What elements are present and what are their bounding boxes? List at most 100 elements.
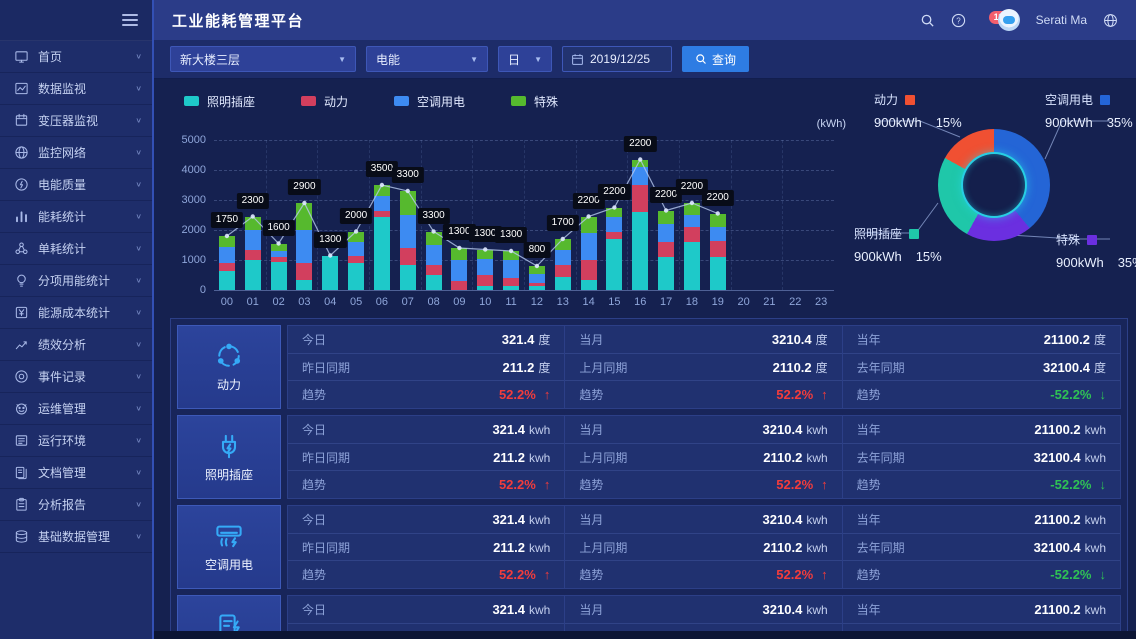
data-point-label: 2200 xyxy=(598,183,631,200)
metric-line: 上月同期 2110.2kwh xyxy=(565,534,842,562)
building-select[interactable]: 新大楼三层 ▼ xyxy=(170,46,356,72)
query-button[interactable]: 查询 xyxy=(682,46,750,72)
sidebar-item-env[interactable]: 运行环境 ∨ xyxy=(0,425,152,457)
sidebar-item-yen[interactable]: 能源成本统计 ∨ xyxy=(0,297,152,329)
metric-line: 当月 3210.4 kwh xyxy=(565,416,842,444)
donut-ring[interactable] xyxy=(938,129,1050,241)
unit-label: 度 xyxy=(538,360,551,375)
sidebar-item-perf[interactable]: 绩效分析 ∨ xyxy=(0,329,152,361)
y-axis-tick: 3000 xyxy=(181,194,206,206)
unit-label: kwh xyxy=(1084,422,1106,437)
chevron-down-icon: ∨ xyxy=(135,340,142,349)
period-select[interactable]: 日 ▼ xyxy=(498,46,552,72)
donut-label-lighting: 照明插座 900kWh 15% xyxy=(854,227,942,264)
metric-line: 当年 21100.2 度 xyxy=(842,326,1120,354)
sidebar-item-share[interactable]: 单耗统计 ∨ xyxy=(0,233,152,265)
sidebar-item-label: 数据监视 xyxy=(38,82,87,96)
sidebar-item-record[interactable]: 事件记录 ∨ xyxy=(0,361,152,393)
metrics-grid: 今日 321.4kwh 昨日同期 211.2kwh 趋势 52.2%↑ 当月 3… xyxy=(287,505,1121,589)
lighting-swatch xyxy=(909,228,920,239)
chevron-down-icon: ∨ xyxy=(135,436,142,445)
sidebar-item-docs[interactable]: 文档管理 ∨ xyxy=(0,457,152,489)
table-row: 空调用电 今日 321.4 kwh 昨日同期 211.2 kwh 趋势 52.2% ↑… xyxy=(177,505,1121,589)
sidebar-item-transformer[interactable]: 变压器监视 ∨ xyxy=(0,105,152,137)
donut-label-special: 特殊 900kWh35% xyxy=(1056,233,1136,270)
chevron-down-icon: ∨ xyxy=(135,84,142,93)
category-panel[interactable]: 动力 xyxy=(177,325,281,409)
search-icon[interactable] xyxy=(920,13,935,28)
sidebar-item-bars[interactable]: 能耗统计 ∨ xyxy=(0,201,152,233)
record-icon xyxy=(14,369,29,384)
sidebar-item-network[interactable]: 监控网络 ∨ xyxy=(0,137,152,169)
sidebar-header xyxy=(0,0,152,41)
energy-bar-chart: 照明插座 动力 空调用电 特殊 (kWh) 1750 2300 1600 2900 1300 2… xyxy=(170,83,848,314)
trend-line: 趋势 52.2% ↑ xyxy=(302,567,551,583)
home-icon xyxy=(14,49,29,64)
x-axis-tick: 07 xyxy=(401,296,414,308)
env-icon xyxy=(14,433,29,448)
chevron-down-icon: ∨ xyxy=(135,404,142,413)
avatar[interactable] xyxy=(997,9,1020,31)
calendar-icon xyxy=(571,53,584,66)
metric-line: 昨日同期 211.2kwh xyxy=(288,444,565,472)
data-point-label: 2900 xyxy=(288,179,321,195)
sidebar-item-report[interactable]: 分析报告 ∨ xyxy=(0,489,152,521)
sidebar-item-home[interactable]: 首页 ∨ xyxy=(0,41,152,73)
legend-item[interactable]: 特殊 xyxy=(511,93,558,110)
data-point-label: 2200 xyxy=(624,135,657,152)
donut-hole xyxy=(961,152,1027,218)
x-axis-tick: 20 xyxy=(737,296,750,308)
data-point-label: 3300 xyxy=(417,207,450,224)
help-icon[interactable]: ? xyxy=(951,13,966,28)
trend-line: 趋势 52.2% ↑ xyxy=(579,567,828,583)
period-select-value: 日 xyxy=(508,52,521,67)
chevron-down-icon: ∨ xyxy=(135,500,142,509)
legend-item[interactable]: 照明插座 xyxy=(184,93,255,110)
x-axis-tick: 14 xyxy=(582,296,595,308)
legend-item[interactable]: 动力 xyxy=(301,93,348,110)
legend-item[interactable]: 空调用电 xyxy=(394,93,465,110)
category-panel[interactable]: 空调用电 xyxy=(177,505,281,589)
unit-label: 度 xyxy=(1093,360,1106,375)
chevron-down-icon: ∨ xyxy=(135,116,142,125)
legend-swatch xyxy=(184,96,199,106)
bar-chart-plot: (kWh) 1750 2300 1600 2900 1300 2000 3500 3300 33… xyxy=(170,114,848,314)
metric-group: 当年 21100.2 度 去年同期 32100.4 度 趋势 -52.2% ↓ xyxy=(842,326,1120,408)
trend-line: 趋势 52.2% ↑ xyxy=(579,477,828,493)
unit-label: kwh xyxy=(1084,602,1106,617)
sidebar-item-label: 能耗统计 xyxy=(38,210,87,224)
user-name[interactable]: Serati Ma xyxy=(1036,13,1087,27)
chevron-down-icon: ▼ xyxy=(338,54,346,64)
bulb-icon xyxy=(14,273,29,288)
menu-toggle-icon[interactable] xyxy=(122,14,138,26)
energy-type-select[interactable]: 电能 ▼ xyxy=(366,46,488,72)
trend-down-arrow-icon: ↓ xyxy=(1099,477,1107,493)
report-icon xyxy=(14,497,29,512)
docs-icon xyxy=(14,465,29,480)
date-picker[interactable]: 2019/12/25 xyxy=(562,46,672,72)
sidebar-item-data[interactable]: 数据监视 ∨ xyxy=(0,73,152,105)
sidebar-item-ops[interactable]: 运维管理 ∨ xyxy=(0,393,152,425)
metric-line: 去年同期 32100.4kwh xyxy=(842,534,1120,562)
x-axis-tick: 05 xyxy=(349,296,363,308)
legend-swatch xyxy=(301,96,317,106)
sidebar-item-bulb[interactable]: 分项用能统计 ∨ xyxy=(0,265,152,297)
data-point-label: 1300 xyxy=(314,231,347,248)
x-axis-tick: 02 xyxy=(272,296,285,308)
x-axis-tick: 16 xyxy=(634,296,647,308)
ops-icon xyxy=(14,401,29,416)
metric-line: 去年同期 32100.4kwh xyxy=(842,444,1120,472)
x-axis-tick: 17 xyxy=(659,296,673,308)
language-globe-icon[interactable] xyxy=(1103,13,1118,28)
unit-label: kwh xyxy=(806,450,828,465)
metrics-grid: 今日 321.4kwh 昨日同期 211.2kwh 趋势 52.2%↑ 当月 3… xyxy=(287,415,1121,499)
category-panel[interactable]: 照明插座 xyxy=(177,415,281,499)
data-point-label: 2300 xyxy=(236,192,269,209)
unit-label: kwh xyxy=(806,422,828,437)
sidebar-item-quality[interactable]: 电能质量 ∨ xyxy=(0,169,152,201)
unit-label: kwh xyxy=(528,602,551,617)
sidebar-item-basedata[interactable]: 基础数据管理 ∨ xyxy=(0,521,152,553)
sidebar-item-label: 监控网络 xyxy=(38,146,87,160)
metric-line: 当年 21100.2 kwh xyxy=(842,416,1120,444)
x-axis-tick: 10 xyxy=(479,296,492,308)
